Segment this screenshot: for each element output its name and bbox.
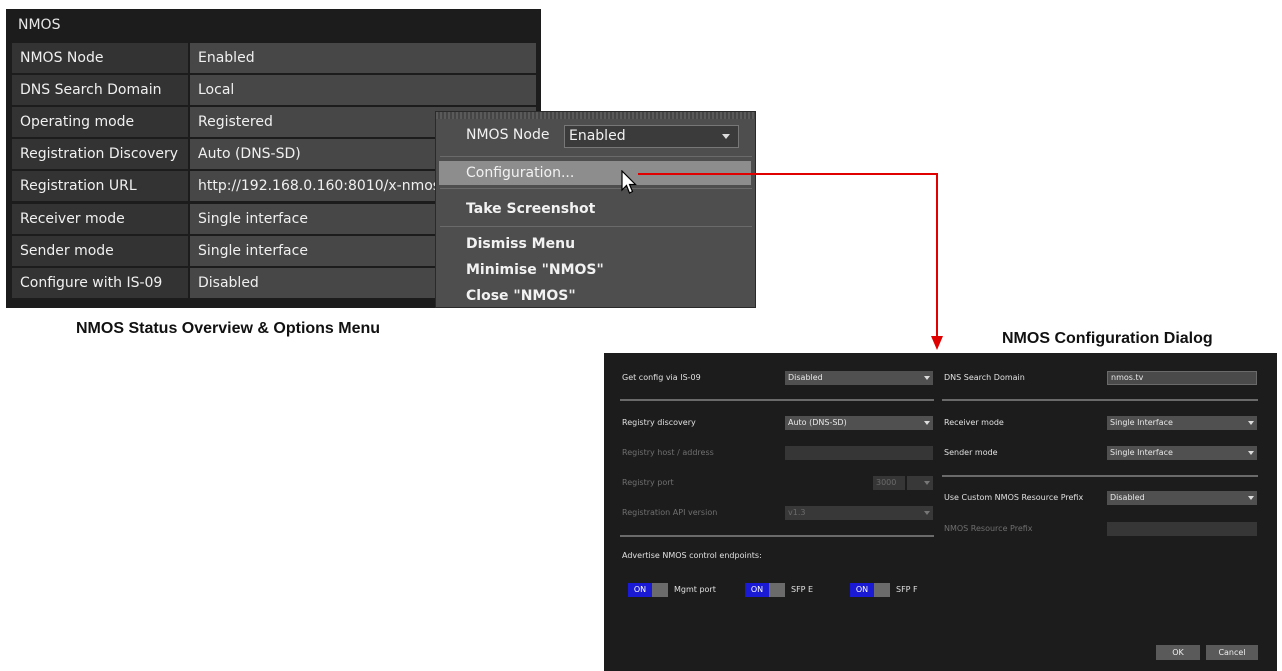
status-row-dns-search-domain: DNS Search Domain Local (12, 75, 536, 105)
toggle-off-part (874, 583, 890, 597)
menu-item-close[interactable]: Close "NMOS" (436, 284, 755, 308)
menu-item-configuration[interactable]: Configuration... (439, 161, 751, 185)
options-context-menu: NMOS Node Enabled Configuration... Take … (435, 111, 756, 308)
toggle-sfp-f[interactable]: ON (850, 583, 890, 597)
get-config-label: Get config via IS-09 (622, 373, 701, 382)
receiver-mode-select[interactable]: Single Interface (1107, 416, 1257, 430)
status-value: Local (190, 75, 536, 105)
dns-search-domain-label: DNS Search Domain (944, 373, 1025, 382)
toggle-on-label: ON (628, 583, 652, 597)
receiver-mode-value: Single Interface (1110, 418, 1173, 427)
chevron-down-icon (722, 134, 730, 139)
menu-drag-stripe (436, 112, 755, 119)
resource-prefix-input[interactable] (1107, 522, 1257, 536)
section-divider (942, 475, 1258, 477)
get-config-select[interactable]: Disabled (785, 371, 933, 385)
toggle-off-part (652, 583, 668, 597)
toggle-label-sfp-f: SFP F (896, 585, 918, 594)
custom-prefix-select[interactable]: Disabled (1107, 491, 1257, 505)
menu-divider (440, 156, 752, 157)
registry-host-label: Registry host / address (622, 448, 714, 457)
toggle-label-mgmt-port: Mgmt port (674, 585, 716, 594)
nmos-configuration-dialog: Get config via IS-09 Disabled Registry d… (604, 353, 1277, 671)
status-label: Registration Discovery (12, 139, 188, 169)
resource-prefix-label: NMOS Resource Prefix (944, 524, 1033, 533)
toggle-label-sfp-e: SFP E (791, 585, 814, 594)
nmos-node-select[interactable]: Enabled (564, 125, 739, 148)
registry-host-input[interactable] (785, 446, 933, 460)
menu-divider (440, 188, 752, 189)
chevron-down-icon (924, 511, 930, 515)
advertise-endpoints-label: Advertise NMOS control endpoints: (622, 551, 762, 560)
status-label: Registration URL (12, 171, 188, 201)
status-label: Configure with IS-09 (12, 268, 188, 298)
status-label: Operating mode (12, 107, 188, 137)
nmos-node-select-value: Enabled (569, 128, 626, 144)
chevron-down-icon (1248, 496, 1254, 500)
chevron-down-icon (924, 421, 930, 425)
section-divider (620, 399, 934, 401)
sender-mode-value: Single Interface (1110, 448, 1173, 457)
get-config-value: Disabled (788, 373, 823, 382)
registry-port-stepper[interactable] (907, 476, 933, 490)
section-divider (620, 535, 934, 537)
menu-item-minimise[interactable]: Minimise "NMOS" (436, 258, 755, 282)
status-value: Enabled (190, 43, 536, 73)
chevron-down-icon (924, 376, 930, 380)
toggle-mgmt-port[interactable]: ON (628, 583, 668, 597)
cancel-button[interactable]: Cancel (1206, 645, 1258, 660)
menu-item-take-screenshot[interactable]: Take Screenshot (436, 197, 755, 221)
receiver-mode-label: Receiver mode (944, 418, 1004, 427)
sender-mode-label: Sender mode (944, 448, 998, 457)
status-row-nmos-node: NMOS Node Enabled (12, 43, 536, 73)
registry-port-label: Registry port (622, 478, 674, 487)
registration-api-select[interactable]: v1.3 (785, 506, 933, 520)
chevron-down-icon (924, 481, 930, 485)
custom-prefix-value: Disabled (1110, 493, 1145, 502)
dns-search-domain-input[interactable]: nmos.tv (1107, 371, 1257, 385)
registration-api-label: Registration API version (622, 508, 718, 517)
custom-prefix-label: Use Custom NMOS Resource Prefix (944, 493, 1084, 502)
toggle-on-label: ON (745, 583, 769, 597)
chevron-down-icon (1248, 421, 1254, 425)
status-label: NMOS Node (12, 43, 188, 73)
mouse-pointer-icon (621, 170, 637, 194)
registry-discovery-value: Auto (DNS-SD) (788, 418, 847, 427)
toggle-sfp-e[interactable]: ON (745, 583, 785, 597)
registry-discovery-select[interactable]: Auto (DNS-SD) (785, 416, 933, 430)
registry-port-input[interactable]: 3000 (873, 476, 905, 490)
chevron-down-icon (1248, 451, 1254, 455)
menu-divider (440, 226, 752, 227)
ok-button[interactable]: OK (1156, 645, 1200, 660)
registry-discovery-label: Registry discovery (622, 418, 696, 427)
menu-nmos-node-label: NMOS Node (466, 127, 550, 143)
caption-status-overview: NMOS Status Overview & Options Menu (76, 320, 381, 337)
registration-api-value: v1.3 (788, 508, 806, 517)
status-label: DNS Search Domain (12, 75, 188, 105)
status-label: Receiver mode (12, 204, 188, 234)
toggle-off-part (769, 583, 785, 597)
caption-config-dialog: NMOS Configuration Dialog (1002, 330, 1213, 347)
menu-item-dismiss-menu[interactable]: Dismiss Menu (436, 232, 755, 256)
section-divider (942, 399, 1258, 401)
status-label: Sender mode (12, 236, 188, 266)
panel-title: NMOS (6, 9, 541, 41)
toggle-on-label: ON (850, 583, 874, 597)
sender-mode-select[interactable]: Single Interface (1107, 446, 1257, 460)
